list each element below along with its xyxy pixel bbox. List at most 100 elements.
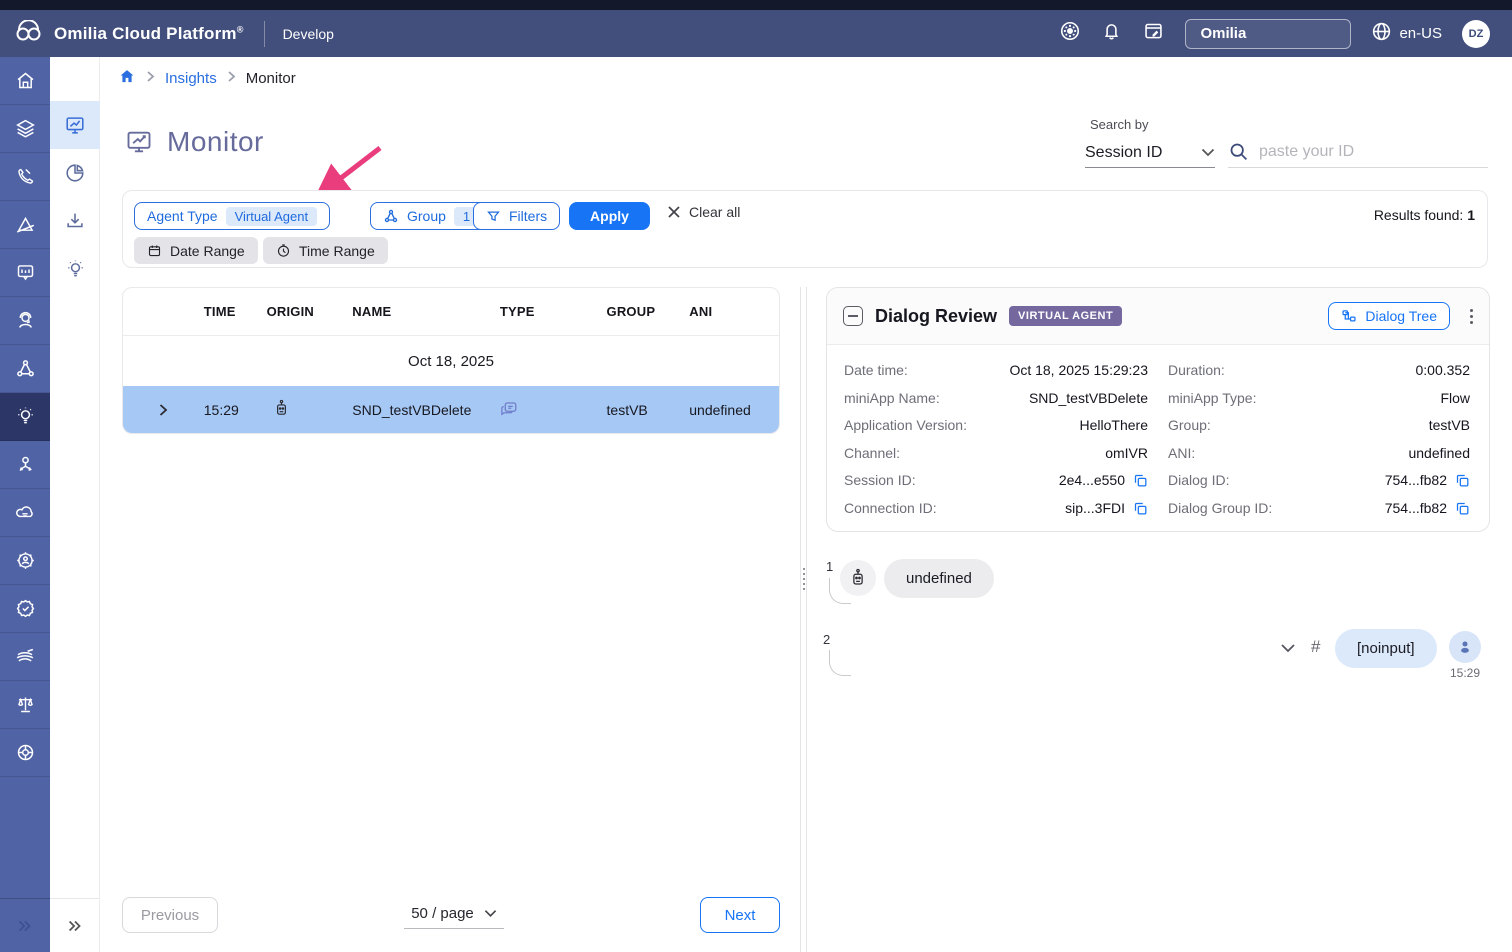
cloud-icon [14,502,36,523]
sidebar-item-cloud[interactable] [0,489,50,537]
field-value: Oct 18, 2025 15:29:23 [994,357,1148,385]
apps-wheel-icon[interactable] [1059,20,1081,47]
phone-icon [15,167,35,187]
col-header-time[interactable]: TIME [204,304,267,319]
table-row[interactable]: 15:29 SND_testVBDelete testVB undefined [123,386,779,434]
field-value: 754...fb82 [1318,495,1470,523]
col-header-ani[interactable]: ANI [689,304,779,319]
navbar-section-develop[interactable]: Develop [283,26,334,42]
col-header-name[interactable]: NAME [352,304,500,319]
monitor-title-icon [125,128,153,156]
search-field [1228,136,1488,168]
cell-type [500,400,607,421]
group-nodes-icon [383,208,399,224]
breadcrumb-insights-link[interactable]: Insights [165,70,217,87]
sidebar-item-monitor[interactable] [50,101,100,149]
monitor-chart-icon [64,114,86,136]
time-range-button[interactable]: Time Range [263,237,388,264]
table-header-row: TIME ORIGIN NAME TYPE GROUP ANI [123,288,779,336]
sidebar-item-numbers[interactable] [0,153,50,201]
bot-message-bubble[interactable]: undefined [884,559,994,598]
sidebar-item-analytics[interactable] [0,201,50,249]
minus-icon [848,315,858,317]
agent-type-label: Agent Type [147,208,218,224]
sidebar-item-home[interactable] [0,57,50,105]
chat-bubbles-icon [500,400,518,418]
tree-icon [1341,309,1357,324]
agent-type-filter-button[interactable]: Agent Type Virtual Agent [134,202,330,230]
sidebar-item-orchestrator[interactable] [0,345,50,393]
field-value: HelloThere [994,412,1148,440]
field-value: SND_testVBDelete [994,385,1148,413]
apply-button[interactable]: Apply [569,202,650,230]
sidebar-item-certification[interactable] [0,585,50,633]
divider-drag-handle[interactable] [803,568,805,590]
sidebar-item-bots[interactable] [0,441,50,489]
top-navbar: Omilia Cloud Platform® Develop Omilia en… [0,10,1512,57]
primary-sidebar [0,57,50,952]
sidebar-item-user-settings[interactable] [0,537,50,585]
locale-label: en-US [1399,25,1442,42]
turn-number: 2 [823,632,830,647]
sidebar-item-kiosk[interactable] [0,249,50,297]
filters-button[interactable]: Filters [473,202,560,230]
field-value: Flow [1318,385,1470,413]
row-expand-chevron[interactable] [123,403,204,417]
org-selector[interactable]: Omilia [1185,19,1351,49]
field-label: Application Version: [844,412,994,440]
sidebar-item-agents[interactable] [0,297,50,345]
user-avatar[interactable]: DZ [1462,20,1490,48]
hash-annotation[interactable]: # [1311,637,1320,657]
copy-icon[interactable] [1133,473,1148,488]
col-header-type[interactable]: TYPE [500,304,607,319]
sidebar-item-reports[interactable] [50,149,100,197]
clear-all-label: Clear all [689,204,740,220]
sidebar-item-insights[interactable] [0,393,50,441]
more-options-button[interactable] [1470,309,1473,324]
copy-icon[interactable] [1133,501,1148,516]
search-input[interactable] [1259,143,1459,161]
sidebar-item-support[interactable] [0,729,50,777]
sidebar-item-miniapps[interactable] [0,105,50,153]
clear-all-button[interactable]: Clear all [667,204,740,220]
search-mode-select[interactable]: Session ID [1085,138,1215,168]
panel-split-divider[interactable] [800,287,807,952]
field-label: ANI: [1148,440,1318,468]
page-size-select[interactable]: 50 / page [404,899,504,929]
chevron-right-icon [146,70,155,87]
locale-selector[interactable]: en-US [1371,21,1442,46]
sidebar-item-compliance[interactable] [0,681,50,729]
field-label: Group: [1148,412,1318,440]
person-icon [1456,638,1474,656]
collapse-panel-button[interactable] [843,306,863,326]
secondary-rail-collapse-button[interactable] [50,898,99,952]
col-header-origin[interactable]: ORIGIN [267,304,353,319]
field-label: Channel: [844,440,994,468]
copy-icon[interactable] [1455,501,1470,516]
next-page-button[interactable]: Next [700,897,780,933]
field-value: sip...3FDI [994,495,1148,523]
sidebar-item-discovery[interactable] [50,245,100,293]
field-label: Connection ID: [844,495,994,523]
sidebar-item-exports[interactable] [50,197,100,245]
network-nodes-icon [15,358,36,379]
chevron-down-icon [1280,643,1296,653]
field-value: testVB [1318,412,1470,440]
expand-turn-chevron[interactable] [1280,640,1296,658]
date-range-button[interactable]: Date Range [134,237,258,264]
col-header-group[interactable]: GROUP [607,304,690,319]
field-value: undefined [1318,440,1470,468]
notifications-bell-icon[interactable] [1101,20,1122,47]
breadcrumb-home-icon[interactable] [118,68,136,89]
breadcrumb: Insights Monitor [100,57,1512,100]
sidebar-item-tools[interactable] [0,633,50,681]
previous-page-button[interactable]: Previous [122,897,218,933]
dialog-tree-button[interactable]: Dialog Tree [1328,302,1450,330]
feedback-note-icon[interactable] [1142,21,1165,47]
virtual-agent-badge: VIRTUAL AGENT [1009,306,1122,326]
agent-headset-icon [15,310,36,331]
globe-icon [1371,21,1392,46]
primary-rail-collapse-button[interactable] [0,898,50,952]
user-message-bubble[interactable]: [noinput] [1335,629,1437,668]
copy-icon[interactable] [1455,473,1470,488]
